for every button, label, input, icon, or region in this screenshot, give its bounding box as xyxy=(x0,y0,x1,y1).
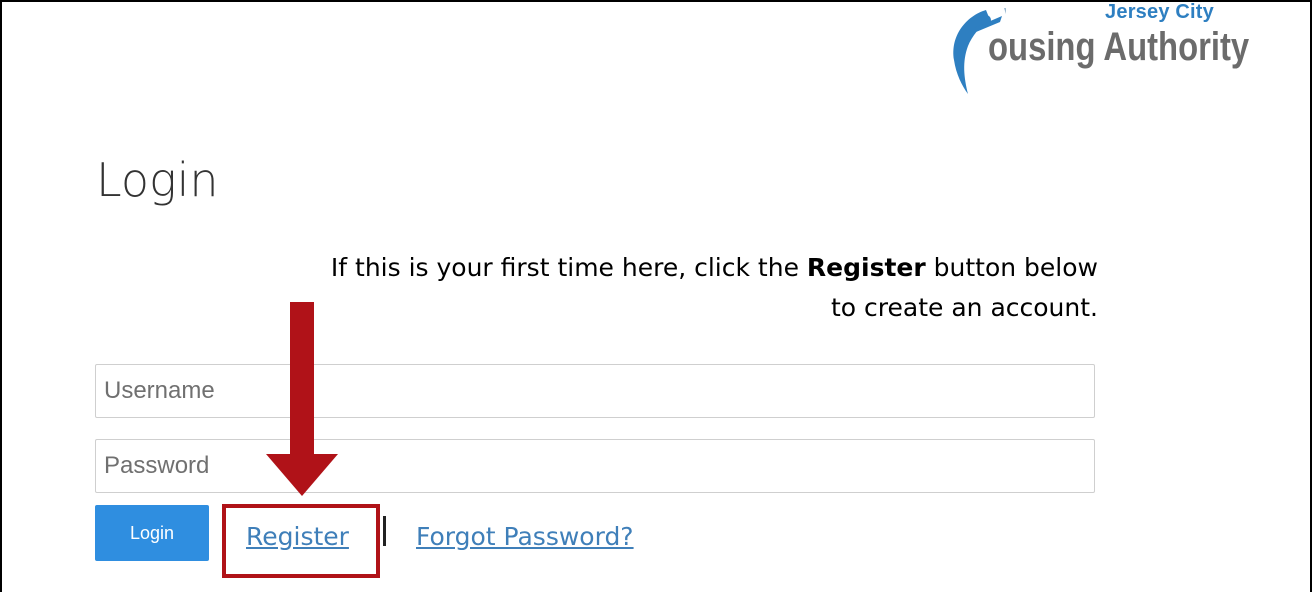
login-button[interactable]: Login xyxy=(95,505,209,561)
instruction-middle: button below xyxy=(925,253,1098,282)
forgot-password-link[interactable]: Forgot Password? xyxy=(416,522,634,552)
register-instruction: If this is your first time here, click t… xyxy=(98,248,1098,328)
down-arrow-icon xyxy=(266,302,338,496)
username-input[interactable] xyxy=(95,364,1095,418)
instruction-bold: Register xyxy=(806,253,926,282)
page-title: Login xyxy=(96,153,219,207)
instruction-suffix: to create an account. xyxy=(830,293,1098,322)
login-page: Jersey City ousing Authority Login If th… xyxy=(0,0,1312,592)
jcha-logo: Jersey City ousing Authority xyxy=(946,1,1250,98)
register-link[interactable]: Register xyxy=(246,522,349,552)
logo-line-2: ousing Authority xyxy=(988,25,1250,69)
logo-line-1: Jersey City xyxy=(1105,1,1214,23)
instruction-prefix: If this is your first time here, click t… xyxy=(330,253,807,282)
password-input[interactable] xyxy=(95,439,1095,493)
link-separator xyxy=(383,516,386,546)
